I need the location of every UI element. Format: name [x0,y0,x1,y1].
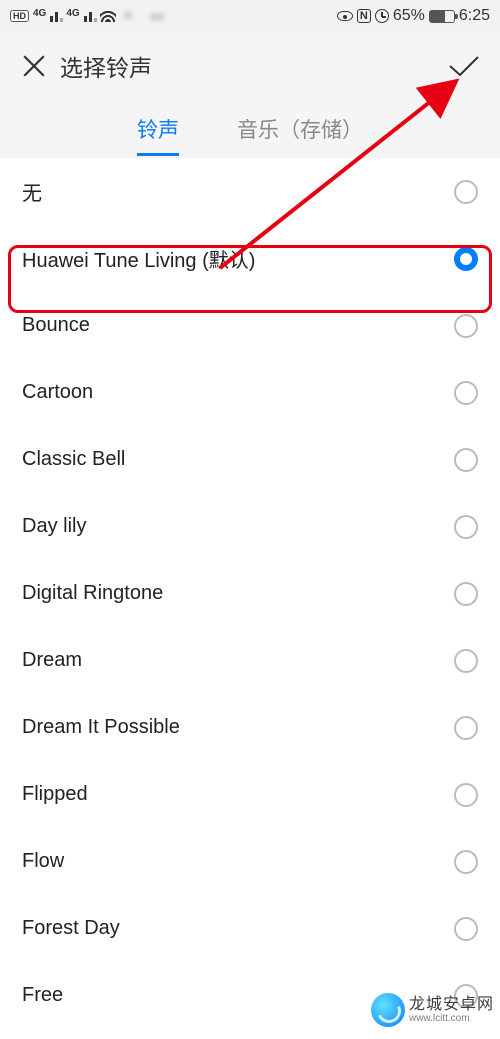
radio-icon [454,783,478,807]
signal-icon-1 [50,10,62,22]
nfc-icon: N [357,9,371,23]
radio-icon [454,649,478,673]
list-item-label: Flipped [22,783,88,806]
header: 选择铃声 [0,32,500,100]
radio-icon [454,850,478,874]
hd-badge: HD [10,10,29,22]
list-item[interactable]: Day lily [0,493,500,560]
list-item-label: Dream It Possible [22,716,180,739]
list-item[interactable]: Forest Day [0,895,500,962]
list-item-label: Dream [22,649,82,672]
battery-icon [429,10,455,23]
list-item[interactable]: Digital Ringtone [0,560,500,627]
watermark-text: 龙城安卓网 [409,996,494,1014]
watermark-logo-icon [371,993,405,1027]
list-item-label: Classic Bell [22,448,125,471]
list-item-label: Flow [22,850,64,873]
status-pixelated-area [120,9,200,23]
radio-icon [454,180,478,204]
list-item[interactable]: Classic Bell [0,426,500,493]
list-item-label: 无 [22,177,42,206]
alarm-icon [375,9,389,23]
network-4g-1: 4G [33,8,46,19]
status-bar: HD 4G 4G N 65% 6:25 [0,0,500,32]
list-item[interactable]: Bounce [0,292,500,359]
page-title: 选择铃声 [60,49,444,83]
list-item[interactable]: Flow [0,828,500,895]
ringtone-list: 无 Huawei Tune Living (默认) Bounce Cartoon… [0,158,500,1029]
radio-icon [454,247,478,271]
status-right: N 65% 6:25 [337,7,490,25]
watermark: 龙城安卓网 www.lcitt.com [371,993,494,1027]
confirm-button[interactable] [444,48,484,84]
list-item-label: Digital Ringtone [22,582,163,605]
close-icon [21,53,47,79]
list-item[interactable]: Flipped [0,761,500,828]
radio-icon [454,448,478,472]
battery-text: 65% [393,7,425,25]
radio-icon [454,314,478,338]
tab-ringtone[interactable]: 铃声 [137,108,179,150]
radio-icon [454,582,478,606]
status-left: HD 4G 4G [10,9,200,23]
list-item-label: Forest Day [22,917,120,940]
list-item-label: Cartoon [22,381,93,404]
tab-music[interactable]: 音乐（存储） [237,108,363,150]
tab-bar: 铃声 音乐（存储） [0,100,500,158]
wifi-icon [100,10,116,22]
close-button[interactable] [16,48,52,84]
list-item[interactable]: 无 [0,158,500,225]
clock-text: 6:25 [459,7,490,25]
list-item-label: Huawei Tune Living (默认) [22,244,255,273]
network-4g-2: 4G [66,8,79,19]
list-item[interactable]: Huawei Tune Living (默认) [0,225,500,292]
list-item[interactable]: Dream [0,627,500,694]
eye-comfort-icon [337,11,353,21]
radio-icon [454,716,478,740]
list-item[interactable]: Cartoon [0,359,500,426]
watermark-url: www.lcitt.com [409,1013,494,1024]
radio-icon [454,917,478,941]
signal-icon-2 [84,10,96,22]
list-item-label: Bounce [22,314,90,337]
list-item-label: Day lily [22,515,86,538]
check-icon [447,53,481,79]
radio-icon [454,515,478,539]
radio-icon [454,381,478,405]
list-item[interactable]: Dream It Possible [0,694,500,761]
list-item-label: Free [22,984,63,1007]
